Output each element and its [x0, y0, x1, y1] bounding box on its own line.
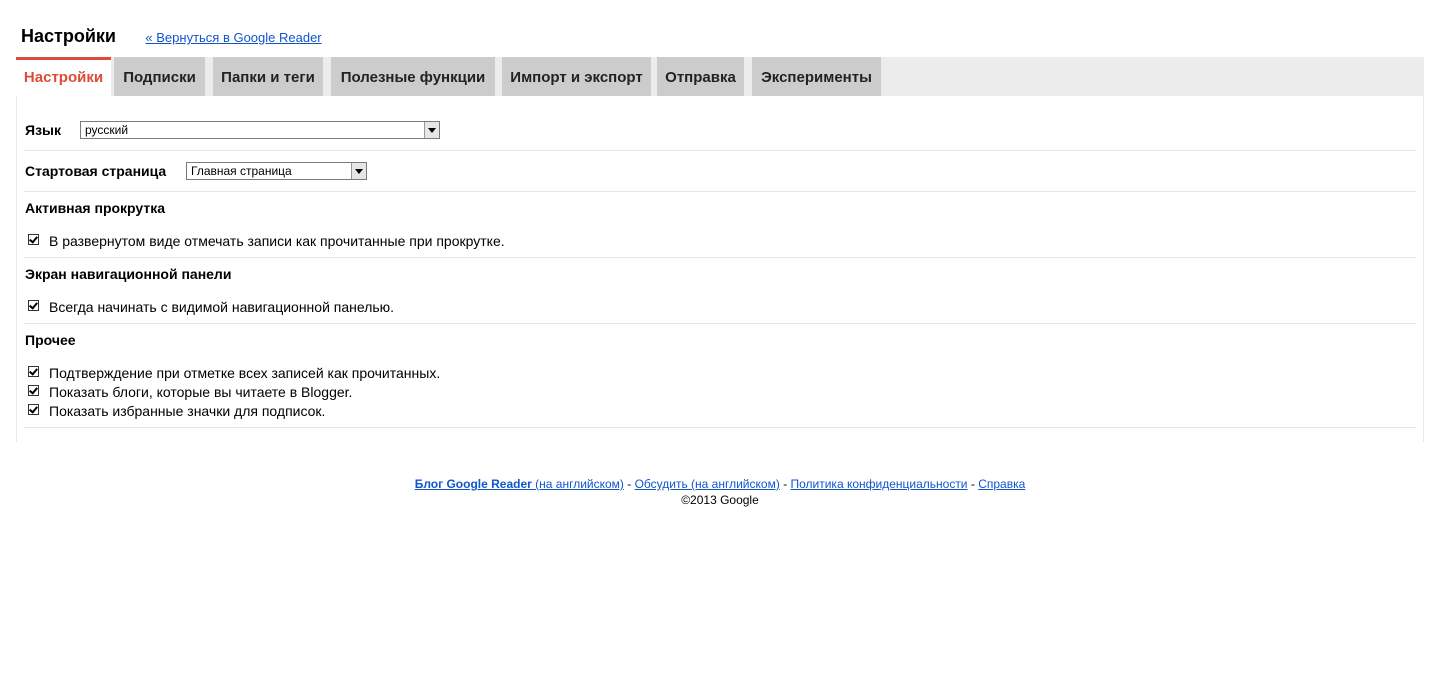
divider: [24, 257, 1416, 258]
back-to-reader-link[interactable]: « Вернуться в Google Reader: [145, 30, 321, 45]
start-page-label: Стартовая страница: [25, 163, 167, 179]
checkbox-label: Подтверждение при отметке всех записей к…: [49, 365, 441, 381]
language-select[interactable]: русский: [80, 121, 440, 139]
show-navigation-checkbox[interactable]: [28, 300, 39, 311]
language-label: Язык: [25, 122, 61, 138]
footer-separator: -: [779, 477, 791, 491]
navigation-heading: Экран навигационной панели: [25, 266, 232, 282]
checkbox-label: Показать избранные значки для подписок.: [49, 403, 326, 419]
chevron-down-icon: [424, 122, 439, 138]
tab-subscriptions[interactable]: Подписки: [114, 57, 205, 96]
settings-tabs: Настройки Подписки Папки и теги Полезные…: [16, 57, 1424, 96]
divider: [24, 323, 1416, 324]
footer-links: Блог Google Reader (на английском) - Обс…: [0, 476, 1440, 492]
tab-import-export[interactable]: Импорт и экспорт: [502, 57, 651, 96]
tab-experiments[interactable]: Эксперименты: [752, 57, 881, 96]
help-link[interactable]: Справка: [978, 477, 1025, 491]
show-blogger-blogs-checkbox[interactable]: [28, 385, 39, 396]
chevron-down-icon: [351, 163, 366, 179]
settings-panel: Язык русский Стартовая страница Главная …: [16, 96, 1424, 442]
language-select-value: русский: [85, 123, 129, 137]
confirm-mark-all-checkbox[interactable]: [28, 366, 39, 377]
other-heading: Прочее: [25, 332, 76, 348]
scrolling-heading: Активная прокрутка: [25, 200, 166, 216]
show-favicons-checkbox[interactable]: [28, 404, 39, 415]
copyright: ©2013 Google: [681, 493, 759, 507]
tab-settings[interactable]: Настройки: [16, 57, 111, 96]
discuss-link[interactable]: Обсудить (на английском): [635, 477, 780, 491]
privacy-policy-link[interactable]: Политика конфиденциальности: [790, 477, 967, 491]
footer-separator: -: [623, 477, 635, 491]
tab-goodies[interactable]: Полезные функции: [331, 57, 495, 96]
blog-link[interactable]: Блог Google Reader (на английском): [415, 477, 624, 491]
checkbox-label: В развернутом виде отмечать записи как п…: [49, 233, 505, 249]
divider: [24, 191, 1416, 192]
footer-separator: -: [967, 477, 979, 491]
checkbox-label: Всегда начинать с видимой навигационной …: [49, 299, 395, 315]
start-page-select-value: Главная страница: [191, 164, 292, 178]
divider: [24, 427, 1416, 428]
page-title: Настройки: [21, 26, 116, 46]
page-header: Настройки « Вернуться в Google Reader: [21, 26, 322, 50]
checkbox-label: Показать блоги, которые вы читаете в Blo…: [49, 384, 353, 400]
divider: [24, 150, 1416, 151]
mark-read-on-scroll-checkbox[interactable]: [28, 234, 39, 245]
tab-send-to[interactable]: Отправка: [657, 57, 744, 96]
start-page-select[interactable]: Главная страница: [186, 162, 367, 180]
tab-folders-and-tags[interactable]: Папки и теги: [213, 57, 323, 96]
footer: Блог Google Reader (на английском) - Обс…: [0, 476, 1440, 508]
